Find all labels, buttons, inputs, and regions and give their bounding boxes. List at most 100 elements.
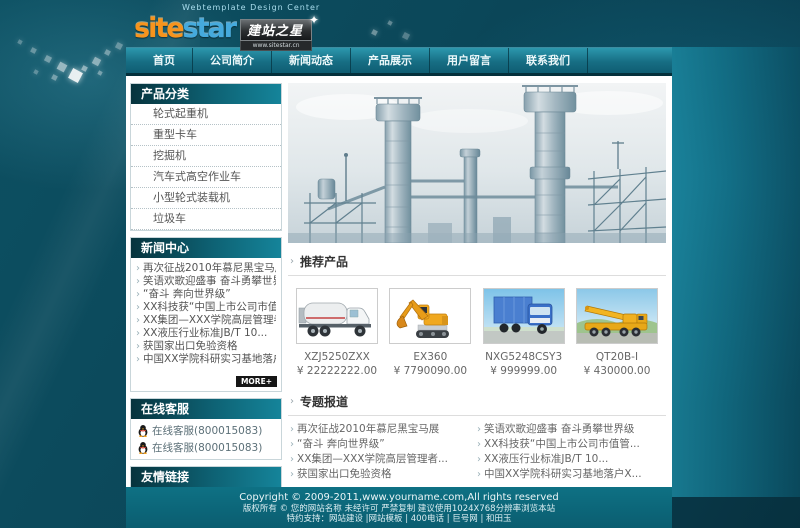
nav-item-contact[interactable]: 联系我们: [509, 48, 588, 73]
logo-text-star: star: [183, 13, 236, 44]
reports-title: 专题报道: [300, 393, 348, 410]
news-center-box: 新闻中心 ›再次征战2010年慕尼黑宝马展 ›笑语欢歌迎盛事 奋斗勇攀世界级 ›…: [130, 237, 282, 392]
news-item[interactable]: ›XX液压行业标准JB/T 10...: [136, 327, 276, 340]
arrow-bullet-icon: ›: [477, 454, 481, 465]
arrow-bullet-icon: ›: [477, 439, 481, 450]
blue-truck-image: [484, 289, 564, 343]
news-item[interactable]: ›XX科技获“中国上市公司市值管...: [136, 301, 276, 314]
arrow-bullet-icon: ›: [136, 276, 140, 287]
site-logo[interactable]: Webtemplate Design Center sitestar 建站之星 …: [134, 3, 454, 51]
right-glow: [666, 47, 800, 497]
product-price: ¥ 999999.00: [479, 365, 569, 377]
report-item[interactable]: ›“奋斗 奔向世界级”: [290, 437, 477, 452]
news-item[interactable]: ›XX集团—XXX学院高层管理者...: [136, 314, 276, 327]
news-item[interactable]: ›“奋斗 奔向世界级”: [136, 288, 276, 301]
news-label: 中国XX学院科研实习基地落户X...: [143, 353, 276, 365]
report-label: “奋斗 奔向世界级”: [297, 438, 385, 450]
footer-copyright: Copyright © 2009-2011,www.yourname.com,A…: [126, 492, 672, 504]
product-price: ¥ 7790090.00: [385, 365, 475, 377]
report-item[interactable]: ›中国XX学院科研实习基地落户X...: [477, 467, 664, 482]
sidebar: 产品分类 轮式起重机 重型卡车 挖掘机 汽车式高空作业车 小型轮式装载机 垃圾车…: [130, 83, 282, 487]
category-item[interactable]: 轮式起重机: [131, 104, 281, 125]
news-item[interactable]: ›再次征战2010年慕尼黑宝马展: [136, 262, 276, 275]
product-price: ¥ 22222222.00: [292, 365, 382, 377]
product-name: EX360: [385, 351, 475, 363]
nav-item-about[interactable]: 公司简介: [193, 48, 272, 73]
category-item[interactable]: 小型轮式装载机: [131, 188, 281, 209]
footer-support-links[interactable]: 特约支持：网站建设 |网站模板 | 400电话 | 巨号网 | 和田玉: [126, 514, 672, 524]
news-label: XX集团—XXX学院高层管理者...: [143, 314, 276, 326]
arrow-bullet-icon: ›: [136, 289, 140, 300]
sparkle-icon: [57, 62, 68, 73]
recommended-section-header: › 推荐产品: [288, 251, 666, 276]
footer-rights: 版权所有 © 您的网站名称 未经许可 严禁复制 建议使用1024X768分辨率浏…: [126, 504, 672, 514]
sparkle-icon: [115, 42, 123, 50]
report-item[interactable]: ›XX液压行业标准JB/T 10...: [477, 452, 664, 467]
hero-plant-image: [288, 83, 666, 243]
arrow-bullet-icon: ›: [136, 354, 140, 365]
product-card[interactable]: QT20B-I ¥ 430000.00: [572, 288, 662, 377]
qq-penguin-icon: [137, 424, 149, 437]
logo-cn-name: 建站之星: [240, 19, 312, 41]
sparkle-icon: [51, 74, 58, 81]
product-card[interactable]: NXG5248CSY3 ¥ 999999.00: [479, 288, 569, 377]
product-card[interactable]: XZJ5250ZXX ¥ 22222222.00: [292, 288, 382, 377]
report-item[interactable]: ›XX集团—XXX学院高层管理者...: [290, 452, 477, 467]
report-label: XX科技获“中国上市公司市值管...: [484, 438, 640, 450]
nav-item-news[interactable]: 新闻动态: [272, 48, 351, 73]
news-item[interactable]: ›中国XX学院科研实习基地落户X...: [136, 353, 276, 366]
nav-item-home[interactable]: 首页: [136, 48, 193, 73]
news-label: XX液压行业标准JB/T 10...: [143, 327, 267, 339]
nav-item-guestbook[interactable]: 用户留言: [430, 48, 509, 73]
news-label: “奋斗 奔向世界级”: [143, 288, 231, 300]
product-card[interactable]: EX360 ¥ 7790090.00: [385, 288, 475, 377]
report-item[interactable]: ›笑语欢歌迎盛事 奋斗勇攀世界级: [477, 422, 664, 437]
arrow-bullet-icon: ›: [477, 469, 481, 480]
report-label: 再次征战2010年慕尼黑宝马展: [297, 423, 439, 435]
online-service-box: 在线客服 在线客服(800015083) 在线客服(800015083): [130, 398, 282, 460]
news-center-title: 新闻中心: [131, 238, 281, 258]
arrow-bullet-icon: ›: [136, 341, 140, 352]
product-categories-title: 产品分类: [131, 84, 281, 104]
sparkle-icon: [92, 57, 101, 66]
category-item[interactable]: 汽车式高空作业车: [131, 167, 281, 188]
arrow-bullet-icon: ›: [136, 302, 140, 313]
news-item[interactable]: ›笑语欢歌迎盛事 奋斗勇攀世界级: [136, 275, 276, 288]
product-name: NXG5248CSY3: [479, 351, 569, 363]
product-categories-box: 产品分类 轮式起重机 重型卡车 挖掘机 汽车式高空作业车 小型轮式装载机 垃圾车: [130, 83, 282, 231]
star-sparkle-icon: ✦: [309, 13, 319, 27]
page-container: Webtemplate Design Center sitestar 建站之星 …: [126, 0, 672, 528]
product-grid: XZJ5250ZXX ¥ 22222222.00: [288, 276, 666, 383]
arrow-bullet-icon: ›: [136, 315, 140, 326]
report-item[interactable]: ›XX科技获“中国上市公司市值管...: [477, 437, 664, 452]
qq-penguin-icon: [137, 441, 149, 454]
news-label: 笑语欢歌迎盛事 奋斗勇攀世界级: [143, 275, 276, 287]
garbage-truck-image: [297, 289, 377, 343]
category-item[interactable]: 挖掘机: [131, 146, 281, 167]
category-item[interactable]: 重型卡车: [131, 125, 281, 146]
sparkle-icon: [33, 69, 38, 74]
excavator-image: [390, 289, 470, 343]
qq-service-link[interactable]: 在线客服(800015083): [131, 422, 281, 439]
qq-service-link[interactable]: 在线客服(800015083): [131, 439, 281, 456]
sparkle-icon: [68, 68, 83, 83]
report-item[interactable]: ›再次征战2010年慕尼黑宝马展: [290, 422, 477, 437]
nav-item-products[interactable]: 产品展示: [351, 48, 430, 73]
report-label: 中国XX学院科研实习基地落户X...: [484, 468, 642, 480]
news-item[interactable]: ›获国家出口免验资格: [136, 340, 276, 353]
crane-truck-image: [577, 289, 657, 343]
arrow-bullet-icon: ›: [290, 454, 294, 465]
report-item[interactable]: ›获国家出口免验资格: [290, 467, 477, 482]
service-label: 在线客服(800015083): [152, 440, 262, 455]
sparkle-icon: [44, 55, 52, 63]
sparkle-icon: [97, 70, 102, 75]
arrow-bullet-icon: ›: [290, 469, 294, 480]
main-column: › 推荐产品: [288, 83, 666, 487]
sparkle-icon: [81, 65, 88, 72]
page-footer: Copyright © 2009-2011,www.yourname.com,A…: [126, 487, 672, 528]
category-item[interactable]: 垃圾车: [131, 209, 281, 230]
product-price: ¥ 430000.00: [572, 365, 662, 377]
news-more-button[interactable]: MORE+: [236, 376, 277, 387]
sparkle-icon: [30, 47, 37, 54]
sparkle-icon: [17, 39, 22, 44]
